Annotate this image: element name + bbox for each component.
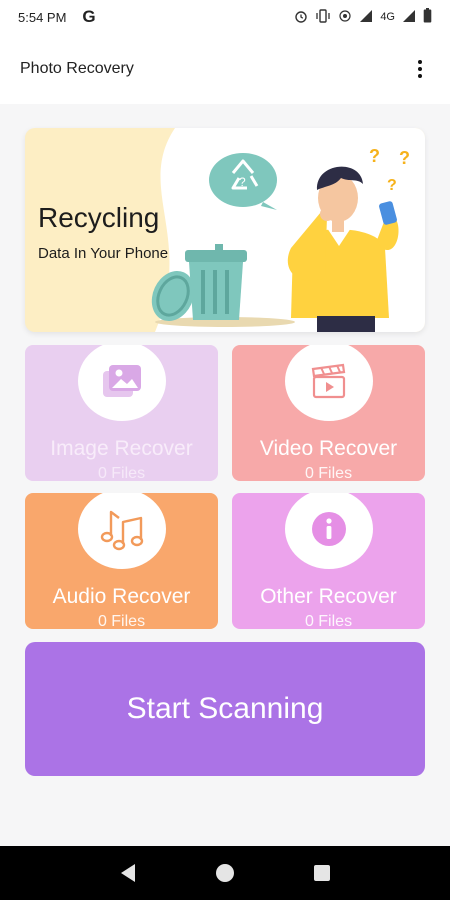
banner-title: Recycling	[38, 202, 160, 233]
audio-recover-label: Audio Recover	[52, 585, 191, 608]
status-bar: 5:54 PM G 4G	[0, 0, 450, 34]
video-clapper-icon	[284, 345, 373, 421]
banner-subtitle: Data In Your Phone	[38, 245, 169, 262]
alarm-icon	[294, 9, 308, 26]
wifi-icon	[359, 9, 373, 26]
system-nav-bar	[0, 846, 450, 900]
svg-text:?: ?	[369, 146, 380, 166]
audio-file-count: 0 Files	[97, 613, 146, 629]
video-recover-label: Video Recover	[259, 437, 398, 460]
recents-icon[interactable]	[307, 858, 337, 888]
back-icon[interactable]	[113, 858, 143, 888]
google-icon: G	[82, 7, 96, 26]
image-recover-tile[interactable]: Image Recover 0 Files	[25, 345, 218, 481]
music-note-icon	[77, 493, 166, 569]
app-bar: Photo Recovery	[0, 34, 450, 104]
svg-text:?: ?	[239, 175, 246, 189]
status-time: 5:54 PM	[18, 9, 67, 25]
home-icon[interactable]	[210, 858, 240, 888]
video-file-count: 0 Files	[304, 465, 353, 481]
image-recover-label: Image Recover	[50, 437, 193, 460]
recycling-banner: ? ? ? ? Recycling Data In Your Phone	[25, 128, 425, 332]
svg-text:?: ?	[387, 177, 397, 194]
other-recover-tile[interactable]: Other Recover 0 Files	[232, 493, 425, 629]
video-recover-tile[interactable]: Video Recover 0 Files	[232, 345, 425, 481]
network-type: 4G	[380, 11, 395, 23]
more-options-button[interactable]	[410, 54, 430, 84]
battery-icon	[423, 8, 432, 26]
start-scanning-button[interactable]: Start Scanning	[25, 642, 425, 776]
audio-recover-tile[interactable]: Audio Recover 0 Files	[25, 493, 218, 629]
signal-icon	[402, 9, 416, 26]
app-title: Photo Recovery	[20, 60, 134, 77]
svg-text:?: ?	[399, 148, 410, 168]
image-icon	[77, 345, 166, 421]
image-file-count: 0 Files	[97, 465, 146, 481]
other-file-count: 0 Files	[304, 613, 353, 629]
hotspot-icon	[338, 9, 352, 26]
vibrate-icon	[315, 8, 331, 26]
info-icon	[284, 493, 373, 569]
more-vert-icon	[418, 60, 422, 64]
status-icons: 4G	[294, 8, 432, 26]
other-recover-label: Other Recover	[260, 585, 397, 608]
